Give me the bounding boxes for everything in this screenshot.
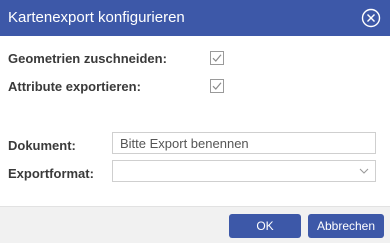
document-label: Dokument:	[8, 138, 76, 153]
export-attributes-label: Attribute exportieren:	[8, 79, 141, 94]
cancel-button[interactable]: Abbrechen	[308, 214, 384, 238]
document-name-input[interactable]	[112, 132, 376, 154]
checkmark-icon	[212, 82, 222, 90]
export-dialog: Kartenexport konfigurieren Geometrien zu…	[0, 0, 390, 243]
export-format-label: Exportformat:	[8, 166, 94, 181]
chevron-down-icon	[359, 168, 369, 174]
checkmark-icon	[212, 54, 222, 62]
clip-geometries-label: Geometrien zuschneiden:	[8, 51, 167, 66]
close-icon[interactable]	[360, 7, 382, 29]
ok-button[interactable]: OK	[229, 214, 301, 238]
dialog-title: Kartenexport konfigurieren	[8, 9, 185, 26]
dialog-content: Geometrien zuschneiden: Attribute export…	[0, 36, 390, 206]
dialog-titlebar: Kartenexport konfigurieren	[0, 0, 390, 36]
export-format-select[interactable]	[112, 160, 376, 182]
dialog-footer: OK Abbrechen	[0, 206, 390, 243]
clip-geometries-checkbox[interactable]	[210, 51, 224, 65]
export-attributes-checkbox[interactable]	[210, 79, 224, 93]
